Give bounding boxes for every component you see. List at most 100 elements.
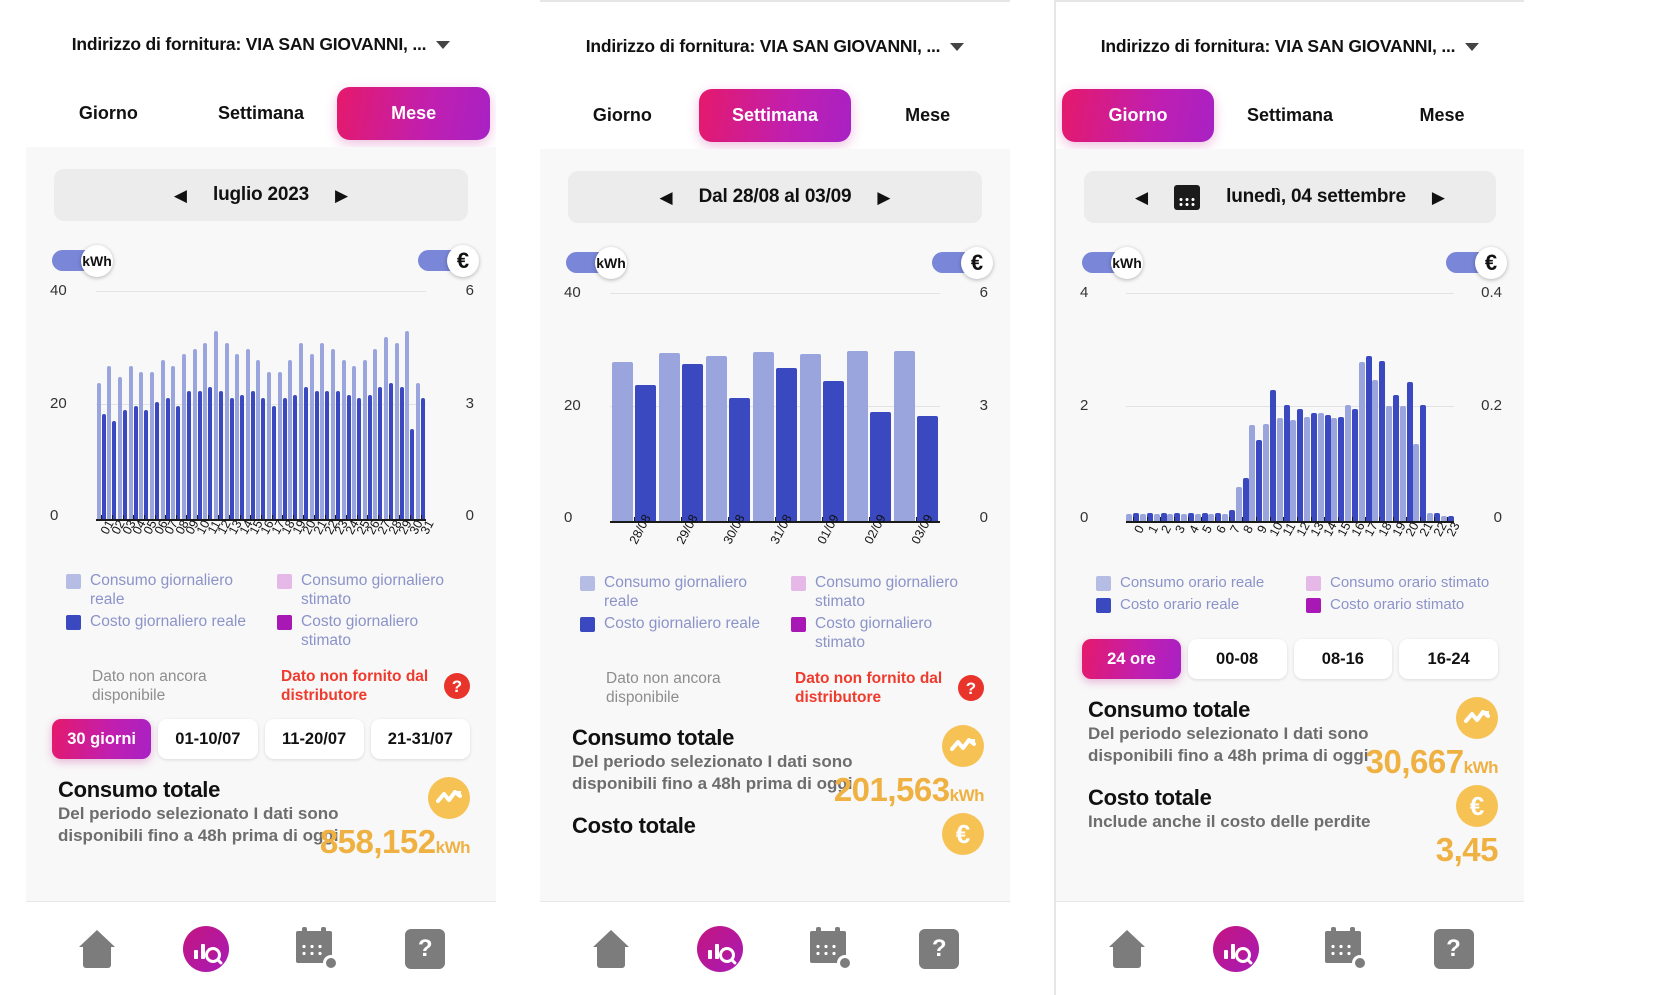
- nav-stats-button-p1[interactable]: [182, 925, 230, 973]
- bar-cost: [229, 398, 234, 521]
- nav-help-button-p3[interactable]: ?: [1430, 925, 1478, 973]
- bar-consumption: [894, 350, 916, 523]
- bar-group: [893, 293, 940, 523]
- bar-consumption: [118, 377, 123, 521]
- bar-cost: [250, 390, 255, 521]
- panel-mese: Indirizzo di fornitura: VIA SAN GIOVANNI…: [26, 0, 496, 995]
- nav-calendar-button-p3[interactable]: [1321, 925, 1369, 973]
- tab-mese-p2[interactable]: Mese: [851, 89, 1004, 142]
- segment-01-10-07[interactable]: 01-10/07: [158, 719, 258, 759]
- tab-giorno-p2[interactable]: Giorno: [546, 89, 699, 142]
- total-consumption-value-p3: 30,667kWh: [1365, 743, 1499, 780]
- tab-giorno-p1[interactable]: Giorno: [32, 87, 185, 140]
- nav-stats-button-p3[interactable]: [1212, 925, 1260, 973]
- segment-16-24[interactable]: 16-24: [1399, 639, 1498, 679]
- segment-21-31-07[interactable]: 21-31/07: [370, 719, 470, 759]
- bar-group: [330, 291, 341, 521]
- prev-period-button-p2[interactable]: ◀: [660, 189, 673, 206]
- bar-consumption: [1276, 418, 1283, 523]
- tab-mese-p1[interactable]: Mese: [337, 86, 491, 140]
- euro-toggle-p2[interactable]: €: [932, 247, 993, 279]
- tab-settimana-p1[interactable]: Settimana: [185, 87, 338, 140]
- segment-24-ore[interactable]: 24 ore: [1082, 639, 1181, 679]
- date-label-p3: lunedì, 04 settembre: [1226, 186, 1406, 207]
- x-axis-p1: 01 02 03 04 05 06 07 08 09 10 11 12 13 14 15 16 17 18 19 20…: [52, 515, 470, 567]
- bar-group: [405, 291, 416, 521]
- bar-consumption: [330, 348, 335, 521]
- tab-settimana-p3[interactable]: Settimana: [1214, 89, 1366, 142]
- kwh-toggle-p2[interactable]: kWh: [566, 247, 627, 279]
- calendar-icon[interactable]: [1174, 184, 1201, 210]
- y-axis-tick-mid-p1: 20: [50, 395, 67, 412]
- bar-group: [657, 293, 704, 523]
- x-axis-p2: 28/08 29/08 30/08 31/08 01/09 02/09 03/09: [566, 512, 984, 569]
- bar-cost: [378, 386, 383, 521]
- kwh-toggle-p1[interactable]: kWh: [52, 245, 113, 277]
- supply-address-selector[interactable]: Indirizzo di fornitura: VIA SAN GIOVANNI…: [26, 0, 496, 61]
- chevron-down-icon: [1465, 42, 1480, 51]
- nav-stats-button-p2[interactable]: [696, 925, 744, 973]
- prev-period-button-p3[interactable]: ◀: [1135, 189, 1148, 206]
- nav-home-button-p2[interactable]: [587, 925, 635, 973]
- bar-group: [846, 293, 893, 523]
- supply-address-selector-p3[interactable]: Indirizzo di fornitura: VIA SAN GIOVANNI…: [1056, 2, 1524, 63]
- bar-group: [1399, 293, 1413, 523]
- next-period-button-p2[interactable]: ▶: [877, 189, 890, 206]
- bar-group: [1276, 293, 1290, 523]
- segment-11-20-07[interactable]: 11-20/07: [264, 719, 364, 759]
- y-axis-tick-max-p1: 40: [50, 282, 67, 299]
- segment-30-giorni[interactable]: 30 giorni: [52, 719, 152, 759]
- bar-group: [224, 291, 235, 521]
- nav-help-button-p2[interactable]: ?: [915, 925, 963, 973]
- bar-cost: [1324, 414, 1331, 523]
- total-consumption-block-p3: Consumo totale Del periodo selezionato I…: [1088, 697, 1499, 780]
- tab-mese-p3[interactable]: Mese: [1366, 89, 1518, 142]
- bar-cost: [218, 390, 223, 521]
- chevron-down-icon: [950, 42, 965, 51]
- nav-calendar-button-p1[interactable]: [292, 925, 340, 973]
- stats-search-icon: [697, 925, 744, 972]
- legend-label: Consumo giornaliero stimato: [301, 572, 445, 608]
- legend-swatch-icon: [580, 617, 595, 632]
- help-icon[interactable]: ?: [958, 675, 984, 701]
- bar-cost: [728, 398, 750, 523]
- bar-cost: [1338, 417, 1345, 523]
- bottom-nav-p3: ?: [1056, 901, 1524, 995]
- bar-cost: [410, 429, 415, 521]
- bar-consumption: [1413, 443, 1420, 523]
- prev-period-button-p1[interactable]: ◀: [174, 187, 187, 204]
- legend-swatch-icon: [66, 615, 81, 630]
- next-period-button-p3[interactable]: ▶: [1432, 189, 1445, 206]
- bar-group: [1263, 293, 1277, 523]
- bar-consumption: [341, 360, 346, 521]
- total-consumption-value-p1: 858,152kWh: [319, 823, 471, 860]
- legend-item-consumo-stimato-p2: Consumo giornaliero stimato: [791, 573, 984, 611]
- nav-help-button-p1[interactable]: ?: [401, 925, 449, 973]
- euro-toggle-p3[interactable]: €: [1446, 247, 1507, 279]
- euro-toggle-knob-p1: €: [447, 245, 479, 277]
- bar-consumption: [288, 360, 293, 521]
- segment-00-08[interactable]: 00-08: [1187, 639, 1287, 679]
- segment-08-16[interactable]: 08-16: [1293, 639, 1393, 679]
- legend-label: Costo giornaliero stimato: [815, 615, 933, 651]
- supply-address-selector-p2[interactable]: Indirizzo di fornitura: VIA SAN GIOVANNI…: [540, 2, 1010, 63]
- tab-settimana-p2[interactable]: Settimana: [698, 88, 852, 142]
- legend-label: Consumo orario reale: [1120, 574, 1265, 591]
- bar-group: [160, 291, 171, 521]
- note-not-provided-text: Dato non fornito dal distributore: [281, 668, 429, 704]
- bar-consumption: [1235, 487, 1242, 523]
- nav-calendar-button-p2[interactable]: [806, 925, 854, 973]
- tab-giorno-p3[interactable]: Giorno: [1062, 88, 1214, 142]
- supply-address-label: Indirizzo di fornitura: VIA SAN GIOVANNI…: [71, 34, 427, 54]
- nav-home-button-p1[interactable]: [73, 925, 121, 973]
- bar-cost: [917, 415, 939, 523]
- nav-home-button-p3[interactable]: [1103, 925, 1151, 973]
- bar-consumption: [181, 354, 186, 521]
- y2-axis-tick-max-p1: 6: [465, 282, 474, 299]
- kwh-toggle-p3[interactable]: kWh: [1082, 247, 1143, 279]
- help-icon[interactable]: ?: [444, 673, 470, 699]
- euro-toggle-p1[interactable]: €: [418, 245, 479, 277]
- bar-group: [1208, 293, 1222, 523]
- unit-toggles-p1: kWh €: [26, 221, 496, 283]
- next-period-button-p1[interactable]: ▶: [335, 187, 348, 204]
